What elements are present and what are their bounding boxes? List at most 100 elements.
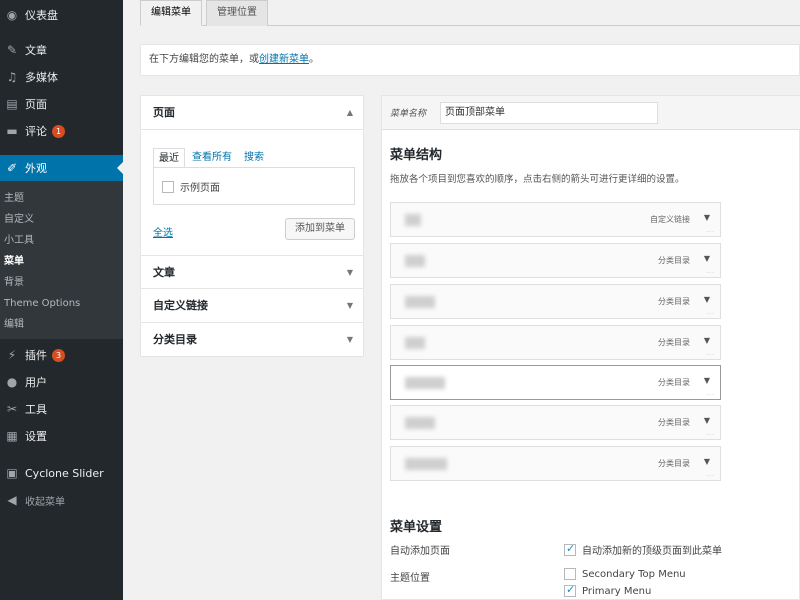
drag-handle-icon: ...	[706, 309, 715, 316]
sidebar-item-settings[interactable]: ▦ 设置	[0, 423, 123, 449]
pages-section-title: 页面	[153, 106, 175, 119]
menu-structure-description: 拖放各个项目到您喜欢的顺序，点击右侧的箭头可进行更详细的设置。	[390, 174, 685, 185]
slider-icon: ▣	[6, 466, 18, 480]
manage-menus-notice: 在下方编辑您的菜单，或创建新菜单。	[140, 44, 800, 76]
sidebar-item-label: 工具	[25, 403, 47, 416]
custom-links-section-header[interactable]: 自定义链接 ▼	[141, 289, 363, 323]
sample-page-checkbox[interactable]	[162, 180, 174, 193]
menu-item-type: 分类目录	[658, 418, 690, 427]
menu-item-title-blurred	[405, 296, 435, 308]
menu-management-panel: 菜单名称 页面顶部菜单 菜单结构 拖放各个项目到您喜欢的顺序，点击右侧的箭头可进…	[381, 95, 800, 600]
pages-icon: ▤	[6, 97, 18, 111]
sidebar-item-comments[interactable]: ▬ 评论 1	[0, 118, 123, 144]
auto-add-pages-label: 自动添加页面	[390, 546, 450, 557]
menu-item[interactable]: 分类目录 ▼ ...	[390, 243, 721, 278]
menu-item[interactable]: 分类目录 ▼ ...	[390, 365, 721, 400]
media-icon: ♫	[6, 70, 18, 84]
primary-menu-checkbox[interactable]	[564, 583, 576, 597]
sidebar-item-label: Cyclone Slider	[25, 466, 104, 480]
sidebar-item-tools[interactable]: ✂ 工具	[0, 396, 123, 422]
location-secondary-top-menu[interactable]: Secondary Top Menu	[564, 568, 686, 580]
notice-text: 在下方编辑您的菜单，或	[149, 54, 259, 65]
tab-manage-locations[interactable]: 管理位置	[206, 0, 268, 26]
menu-item-toggle-icon[interactable]: ▼	[704, 376, 710, 385]
menu-item-toggle-icon[interactable]: ▼	[704, 295, 710, 304]
sidebar-item-pages[interactable]: ▤ 页面	[0, 91, 123, 117]
submenu-item-theme-options[interactable]: Theme Options	[4, 294, 80, 314]
drag-handle-icon: ...	[706, 430, 715, 437]
sidebar-item-users[interactable]: ● 用户	[0, 369, 123, 395]
sidebar-item-cyclone-slider[interactable]: ▣ Cyclone Slider	[0, 460, 123, 486]
menu-item-toggle-icon[interactable]: ▼	[704, 416, 710, 425]
tab-view-all[interactable]: 查看所有	[187, 148, 237, 168]
tab-most-recent[interactable]: 最近	[153, 148, 185, 168]
comments-count-badge: 1	[52, 124, 65, 138]
menu-item-title-blurred	[405, 377, 445, 389]
select-all-link[interactable]: 全选	[153, 224, 173, 239]
pages-inner-tabs: 最近 查看所有 搜索	[153, 148, 271, 168]
appearance-submenu: 主题 自定义 小工具 菜单 背景 Theme Options 编辑	[0, 181, 123, 339]
tab-search[interactable]: 搜索	[239, 148, 269, 168]
auto-add-pages-checkbox[interactable]	[564, 542, 576, 556]
sidebar-item-appearance[interactable]: ✐ 外观	[0, 155, 123, 181]
comment-icon: ▬	[6, 124, 18, 138]
menu-item-title-blurred	[405, 255, 425, 267]
menu-name-label: 菜单名称	[390, 109, 427, 119]
categories-section-header[interactable]: 分类目录 ▼	[141, 323, 363, 357]
menu-name-input[interactable]: 页面顶部菜单	[440, 102, 658, 124]
sidebar-item-dashboard[interactable]: ◉ 仪表盘	[0, 2, 123, 28]
pages-section-header[interactable]: 页面 ▲	[141, 96, 363, 130]
sidebar-item-label: 评论	[25, 125, 47, 138]
checklist-item-sample-page[interactable]: 示例页面	[162, 179, 220, 194]
menu-item[interactable]: 分类目录 ▼ ...	[390, 284, 721, 319]
admin-sidebar: ◉ 仪表盘 ✎ 文章 ♫ 多媒体 ▤ 页面 ▬ 评论 1 ✐ 外观 主题 自定义…	[0, 0, 123, 600]
secondary-top-menu-checkbox[interactable]	[564, 568, 576, 580]
auto-add-pages-option[interactable]: 自动添加新的顶级页面到此菜单	[564, 542, 722, 557]
collapse-arrow-icon: ▲	[346, 108, 353, 117]
menu-item[interactable]: 自定义链接 ▼ ...	[390, 202, 721, 237]
submenu-item-menus[interactable]: 菜单	[4, 252, 24, 272]
posts-section-header[interactable]: 文章 ▼	[141, 255, 363, 289]
add-to-menu-button[interactable]: 添加到菜单	[285, 218, 355, 240]
plugins-count-badge: 3	[52, 348, 65, 362]
menu-item-title-blurred	[405, 417, 435, 429]
collapse-menu-button[interactable]: ◀ 收起菜单	[0, 487, 123, 513]
submenu-item-editor[interactable]: 编辑	[4, 315, 24, 335]
menu-item-type: 分类目录	[658, 378, 690, 387]
drag-handle-icon: ...	[706, 268, 715, 275]
create-new-menu-link[interactable]: 创建新菜单	[259, 54, 309, 65]
menu-name-bar: 菜单名称 页面顶部菜单	[382, 96, 800, 130]
menu-item[interactable]: 分类目录 ▼ ...	[390, 325, 721, 360]
sidebar-item-label: 插件	[25, 349, 47, 362]
submenu-item-customize[interactable]: 自定义	[4, 210, 34, 230]
sidebar-item-label: 仪表盘	[25, 9, 58, 22]
menu-item[interactable]: 分类目录 ▼ ...	[390, 446, 721, 481]
sidebar-item-plugins[interactable]: ⚡ 插件 3	[0, 342, 123, 368]
sidebar-item-label: 多媒体	[25, 71, 58, 84]
secondary-top-menu-label: Secondary Top Menu	[582, 568, 686, 580]
categories-section-title: 分类目录	[153, 333, 197, 346]
tab-edit-menus[interactable]: 编辑菜单	[140, 0, 202, 26]
sample-page-label: 示例页面	[180, 183, 220, 194]
custom-links-section-title: 自定义链接	[153, 299, 208, 312]
sidebar-item-label: 设置	[25, 430, 47, 443]
appearance-icon: ✐	[6, 161, 18, 175]
menu-item[interactable]: 分类目录 ▼ ...	[390, 405, 721, 440]
menu-item-title-blurred	[405, 458, 447, 470]
submenu-item-themes[interactable]: 主题	[4, 189, 24, 209]
menu-item-toggle-icon[interactable]: ▼	[704, 336, 710, 345]
posts-section-title: 文章	[153, 266, 175, 279]
submenu-item-widgets[interactable]: 小工具	[4, 231, 34, 251]
sidebar-item-posts[interactable]: ✎ 文章	[0, 37, 123, 63]
sidebar-item-label: 用户	[25, 376, 47, 389]
submenu-item-background[interactable]: 背景	[4, 273, 24, 293]
expand-arrow-icon: ▼	[346, 268, 353, 277]
collapse-icon: ◀	[7, 493, 17, 507]
pages-checklist: 示例页面	[153, 167, 355, 205]
menu-item-toggle-icon[interactable]: ▼	[704, 254, 710, 263]
sidebar-item-media[interactable]: ♫ 多媒体	[0, 64, 123, 90]
menu-item-toggle-icon[interactable]: ▼	[704, 213, 710, 222]
menu-item-toggle-icon[interactable]: ▼	[704, 457, 710, 466]
location-primary-menu[interactable]: Primary Menu	[564, 583, 651, 597]
sidebar-item-label: 页面	[25, 98, 47, 111]
